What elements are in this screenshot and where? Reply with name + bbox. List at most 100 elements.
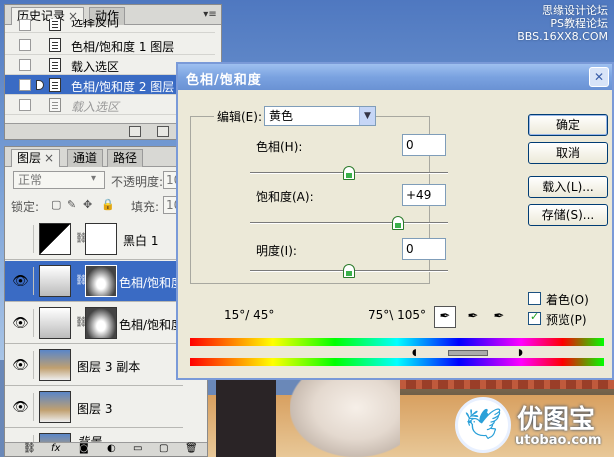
save-button[interactable]: 存储(S)... [528, 204, 608, 226]
layer-mask-thumbnail[interactable] [85, 265, 117, 297]
ok-button[interactable]: 确定 [528, 114, 608, 136]
watermark-top: 思缘设计论坛 PS教程论坛 BBS.16XX8.COM [517, 4, 608, 43]
edit-range-select[interactable]: 黄色 ▼ [264, 106, 376, 126]
history-row-label: 色相/饱和度 1 图层 [71, 40, 175, 54]
layer-thumbnail [39, 391, 71, 423]
new-document-icon[interactable] [129, 126, 141, 137]
watermark-site-1: 思缘设计论坛 [542, 4, 608, 17]
layer-row[interactable]: 👁 图层 3 [5, 387, 183, 428]
history-state-icon [49, 38, 61, 52]
layer-thumbnail [39, 349, 71, 381]
hue-label: 色相(H): [256, 140, 303, 154]
layer-style-fx-icon[interactable]: fx [51, 443, 60, 454]
layer-name[interactable]: 黑白 1 [123, 232, 158, 249]
bird-logo-icon: 🕊 [455, 397, 511, 453]
adjustment-hue-saturation-icon [39, 265, 71, 297]
history-row[interactable]: 色相/饱和度 1 图层 [5, 35, 215, 55]
range-left-text: 15°/ 45° [224, 308, 275, 322]
eyedropper-icon[interactable]: ✒ [434, 306, 456, 328]
lightness-input[interactable]: 0 [402, 238, 446, 260]
chevron-down-icon[interactable]: ▼ [359, 107, 375, 125]
tab-channels-label: 通道 [73, 151, 98, 165]
visibility-toggle[interactable] [8, 225, 34, 253]
layer-mask-thumbnail[interactable] [85, 307, 117, 339]
lock-all-icon[interactable]: 🔒 [101, 198, 115, 211]
delete-layer-icon[interactable]: 🗑 [185, 443, 198, 454]
colorize-label[interactable]: 着色(O) [546, 291, 589, 308]
snapshot-checkbox[interactable] [19, 19, 31, 31]
eye-icon: 👁 [12, 273, 29, 289]
layer-row[interactable]: 👁 图层 3 副本 [5, 345, 183, 386]
visibility-toggle[interactable]: 👁 [8, 309, 34, 337]
snapshot-checkbox[interactable] [19, 59, 31, 71]
snapshot-checkbox[interactable] [19, 79, 31, 91]
layer-name[interactable]: 色相/饱和度 [119, 316, 183, 333]
adjustment-hue-saturation-icon [39, 307, 71, 339]
snapshot-checkbox[interactable] [19, 39, 31, 51]
adjustment-bw-icon [39, 223, 71, 255]
hue-input[interactable]: 0 [402, 134, 446, 156]
layer-row-selected[interactable]: 👁 ⛓ 色相/饱和度 [5, 261, 183, 302]
tab-paths-label: 路径 [113, 151, 138, 165]
watermark-logo-name: 优图宝 [517, 405, 596, 435]
opacity-label: 不透明度: [111, 175, 164, 189]
layer-row[interactable]: 👁 ⛓ 色相/饱和度 [5, 303, 183, 344]
history-state-icon [49, 98, 61, 112]
dialog-title-bar[interactable]: 色相/饱和度 ✕ [178, 64, 612, 90]
history-row-label: 选择反向 [71, 19, 120, 29]
range-left-handle[interactable]: ◖ [412, 348, 417, 358]
close-icon[interactable]: ✕ [589, 67, 609, 87]
lightness-label: 明度(I): [256, 244, 297, 258]
tab-channels[interactable]: 通道 [67, 149, 104, 167]
saturation-label: 饱和度(A): [256, 190, 314, 204]
eyedropper-minus-icon[interactable]: ✒ [488, 306, 510, 328]
bride-figure [290, 375, 400, 457]
layer-row[interactable]: 👁 背景 🔒 [5, 429, 183, 443]
visibility-toggle[interactable]: 👁 [8, 351, 34, 379]
snapshot-camera-icon[interactable] [157, 126, 169, 137]
eye-icon: 👁 [12, 399, 29, 415]
history-row[interactable]: 选择反向 [5, 19, 215, 33]
watermark-site-2: PS教程论坛 [550, 17, 608, 30]
color-spectrum-bottom [190, 358, 604, 366]
history-state-icon [49, 19, 61, 31]
range-right-handle[interactable]: ◗ [518, 348, 523, 358]
layer-name[interactable]: 图层 3 [77, 400, 112, 417]
layer-row[interactable]: ⛓ 黑白 1 [5, 219, 183, 260]
load-button[interactable]: 载入(L)... [528, 176, 608, 198]
lock-transparent-icon[interactable]: ▢ [51, 198, 61, 211]
new-group-icon[interactable]: ▭ [133, 443, 142, 454]
chevron-down-icon[interactable]: ▾ [91, 173, 96, 184]
history-state-icon [49, 78, 61, 92]
preview-label[interactable]: 预览(P) [546, 311, 587, 328]
visibility-toggle[interactable]: 👁 [8, 393, 34, 421]
lock-paint-brush-icon[interactable]: ✎ [67, 198, 76, 211]
saturation-slider-track[interactable] [250, 222, 448, 224]
hue-saturation-dialog: 色相/饱和度 ✕ 编辑(E): 黄色 ▼ 色相(H): 0 饱和度(A): +4… [176, 62, 614, 380]
range-selection-segment[interactable] [448, 350, 488, 356]
layer-name[interactable]: 图层 3 副本 [77, 358, 140, 375]
layer-mask-thumbnail[interactable] [85, 223, 117, 255]
range-selector-bar[interactable]: ◖ ◗ [190, 348, 604, 358]
cancel-button[interactable]: 取消 [528, 142, 608, 164]
hue-slider-thumb[interactable] [343, 166, 355, 180]
tab-layers[interactable]: 图层 × [11, 149, 61, 167]
snapshot-checkbox[interactable] [19, 99, 31, 111]
eyedropper-plus-icon[interactable]: ✒ [462, 306, 484, 328]
preview-checkbox[interactable] [528, 310, 541, 325]
layer-name[interactable]: 色相/饱和度 [119, 274, 183, 291]
saturation-slider-thumb[interactable] [391, 216, 404, 230]
layers-panel-footer: ⛓ fx ◙ ◐ ▭ ▢ 🗑 [5, 442, 207, 456]
saturation-input[interactable]: +49 [402, 184, 446, 206]
lock-move-icon[interactable]: ✥ [83, 198, 92, 211]
add-mask-icon[interactable]: ◙ [79, 443, 89, 454]
link-layers-icon[interactable]: ⛓ [23, 443, 36, 454]
lightness-slider-thumb[interactable] [343, 264, 355, 278]
new-layer-icon[interactable]: ▢ [159, 443, 168, 454]
history-brush-marker-icon[interactable] [36, 80, 44, 90]
colorize-checkbox[interactable] [528, 292, 541, 305]
adjustment-layer-icon[interactable]: ◐ [107, 443, 116, 454]
close-icon[interactable]: × [44, 151, 54, 165]
tab-paths[interactable]: 路径 [107, 149, 144, 167]
visibility-toggle[interactable]: 👁 [8, 267, 34, 295]
